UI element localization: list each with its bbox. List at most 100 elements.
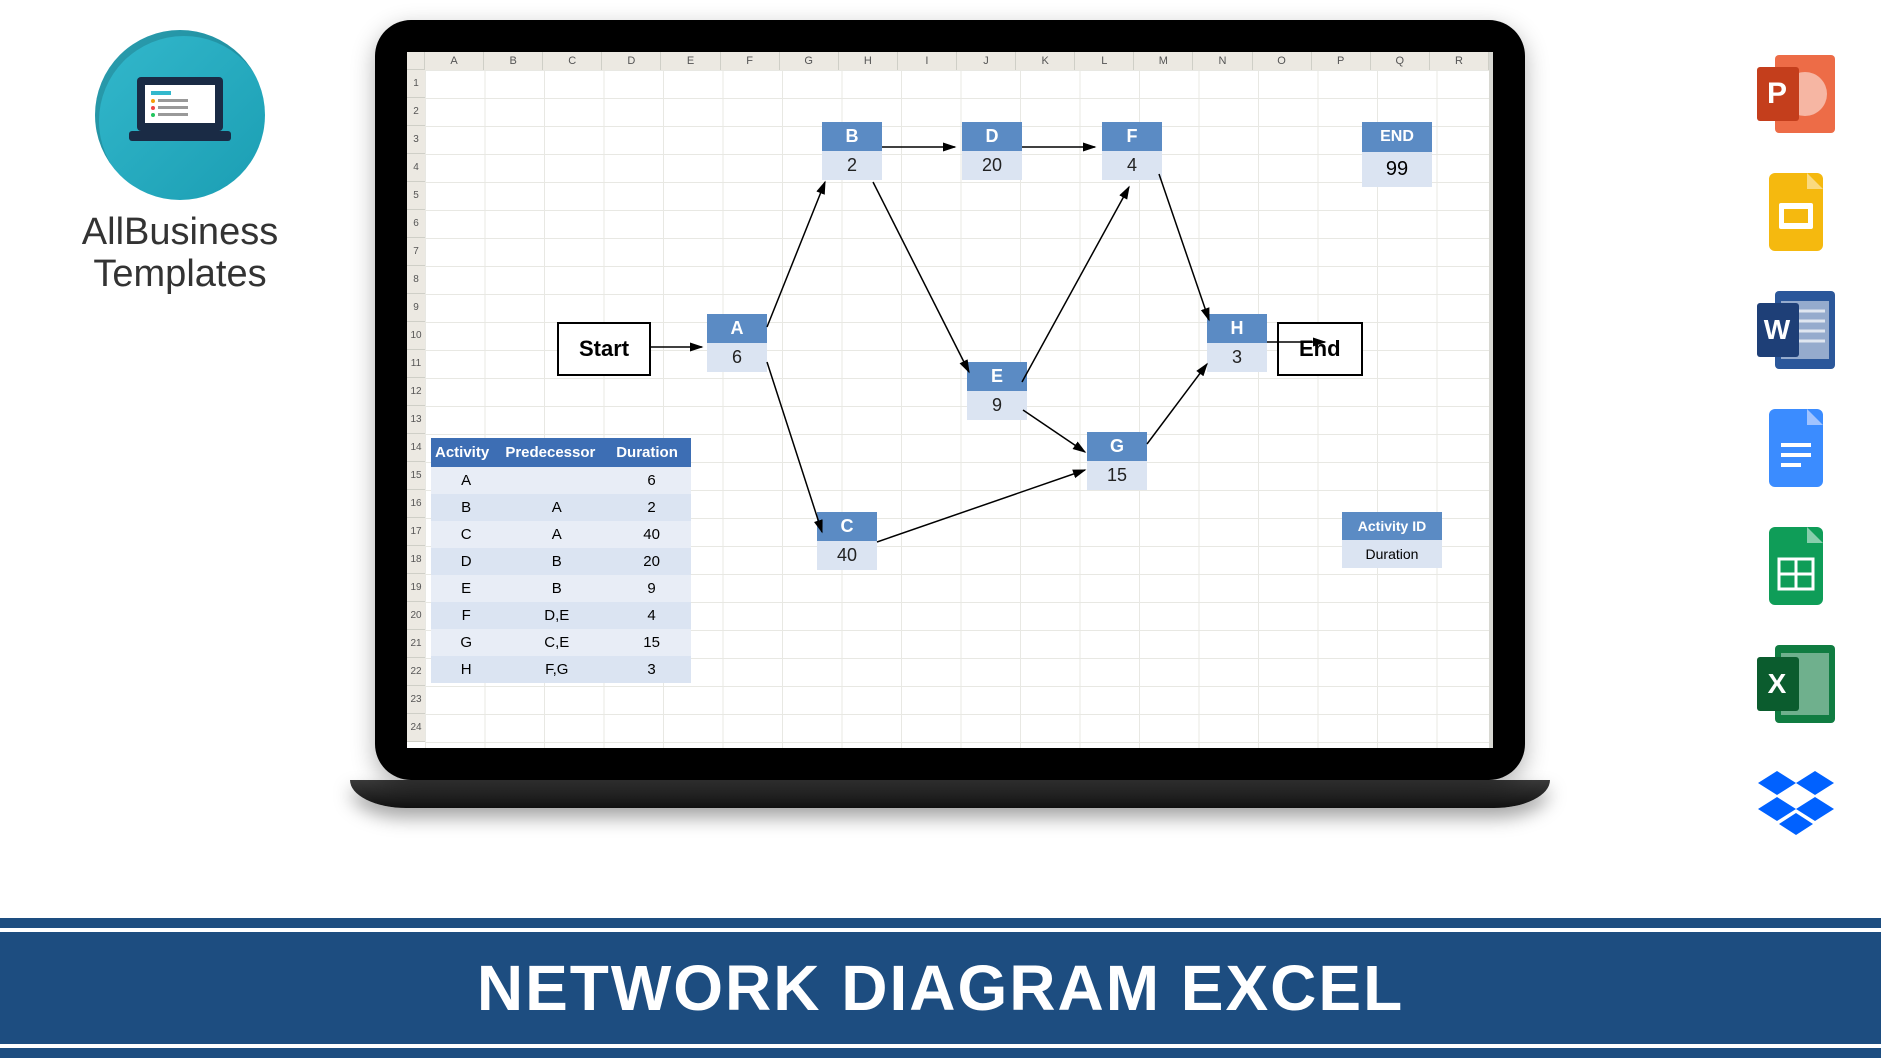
table-cell: A [501, 521, 612, 548]
table-cell [501, 467, 612, 494]
logo-circle [95, 30, 265, 200]
col-header: G [780, 52, 839, 70]
col-header: L [1075, 52, 1134, 70]
row-header: 18 [407, 546, 425, 574]
table-cell: G [431, 629, 501, 656]
row-header: 3 [407, 126, 425, 154]
table-cell: F,G [501, 656, 612, 683]
col-header: E [661, 52, 720, 70]
table-row: A6 [431, 467, 691, 494]
th-duration: Duration [612, 438, 691, 467]
row-header: 8 [407, 266, 425, 294]
table-cell: B [431, 494, 501, 521]
th-activity: Activity [431, 438, 501, 467]
activity-table: Activity Predecessor Duration A6BA2CA40D… [431, 438, 691, 683]
node-C: C40 [817, 512, 877, 570]
col-header: Q [1371, 52, 1430, 70]
table-cell: 2 [612, 494, 691, 521]
row-header: 22 [407, 658, 425, 686]
th-predecessor: Predecessor [501, 438, 612, 467]
node-H: H3 [1207, 314, 1267, 372]
start-box: Start [557, 322, 651, 376]
powerpoint-icon: P [1757, 55, 1835, 133]
scrollbar-vertical[interactable] [1489, 52, 1493, 748]
excel-icon: X [1757, 645, 1835, 723]
node-B: B2 [822, 122, 882, 180]
table-row: BA2 [431, 494, 691, 521]
row-header: 2 [407, 98, 425, 126]
node-D: D20 [962, 122, 1022, 180]
col-header: N [1193, 52, 1252, 70]
row-headers: 123456789101112131415161718192021222324 [407, 70, 425, 742]
banner-title: NETWORK DIAGRAM EXCEL [477, 951, 1404, 1025]
laptop-screen: ABCDEFGHIJKLMNOPQR 123456789101112131415… [375, 20, 1525, 780]
svg-text:X: X [1768, 668, 1787, 699]
col-header: M [1134, 52, 1193, 70]
table-cell: 3 [612, 656, 691, 683]
row-header: 10 [407, 322, 425, 350]
row-header: 9 [407, 294, 425, 322]
row-header: 21 [407, 630, 425, 658]
word-icon: W [1757, 291, 1835, 369]
row-header: 16 [407, 490, 425, 518]
row-header: 1 [407, 70, 425, 98]
table-cell: E [431, 575, 501, 602]
row-header: 13 [407, 406, 425, 434]
col-header: F [721, 52, 780, 70]
row-header: 5 [407, 182, 425, 210]
col-header: J [957, 52, 1016, 70]
row-header: 12 [407, 378, 425, 406]
table-row: GC,E15 [431, 629, 691, 656]
laptop-mockup: ABCDEFGHIJKLMNOPQR 123456789101112131415… [350, 20, 1550, 808]
col-header: P [1312, 52, 1371, 70]
table-cell: 15 [612, 629, 691, 656]
brand-logo: AllBusinessTemplates [45, 30, 315, 296]
row-header: 19 [407, 574, 425, 602]
end-box: End [1277, 322, 1363, 376]
row-header: 17 [407, 518, 425, 546]
node-A: A6 [707, 314, 767, 372]
row-header: 11 [407, 350, 425, 378]
table-row: EB9 [431, 575, 691, 602]
google-docs-icon [1757, 409, 1835, 487]
table-cell: A [431, 467, 501, 494]
app-icons-column: P W X [1751, 55, 1841, 841]
col-header: A [425, 52, 484, 70]
table-cell: 6 [612, 467, 691, 494]
row-header: 24 [407, 714, 425, 742]
row-header: 20 [407, 602, 425, 630]
sheet-corner [407, 52, 425, 70]
table-row: FD,E4 [431, 602, 691, 629]
row-header: 7 [407, 238, 425, 266]
table-cell: C [431, 521, 501, 548]
table-cell: B [501, 575, 612, 602]
col-header: O [1253, 52, 1312, 70]
col-header: C [543, 52, 602, 70]
brand-name: AllBusinessTemplates [45, 212, 315, 296]
table-row: HF,G3 [431, 656, 691, 683]
node-G: G15 [1087, 432, 1147, 490]
row-header: 4 [407, 154, 425, 182]
table-cell: 9 [612, 575, 691, 602]
table-cell: D [431, 548, 501, 575]
table-cell: F [431, 602, 501, 629]
col-header: B [484, 52, 543, 70]
table-cell: A [501, 494, 612, 521]
table-cell: H [431, 656, 501, 683]
end-stat: END 99 [1362, 122, 1432, 187]
table-cell: 40 [612, 521, 691, 548]
row-header: 6 [407, 210, 425, 238]
title-banner: NETWORK DIAGRAM EXCEL [0, 918, 1881, 1058]
column-headers: ABCDEFGHIJKLMNOPQR [425, 52, 1489, 70]
table-cell: C,E [501, 629, 612, 656]
google-slides-icon [1757, 173, 1835, 251]
svg-text:W: W [1764, 314, 1791, 345]
node-E: E9 [967, 362, 1027, 420]
row-header: 14 [407, 434, 425, 462]
table-row: CA40 [431, 521, 691, 548]
table-cell: 4 [612, 602, 691, 629]
table-cell: B [501, 548, 612, 575]
row-header: 15 [407, 462, 425, 490]
col-header: H [839, 52, 898, 70]
spreadsheet-area: ABCDEFGHIJKLMNOPQR 123456789101112131415… [407, 52, 1493, 748]
